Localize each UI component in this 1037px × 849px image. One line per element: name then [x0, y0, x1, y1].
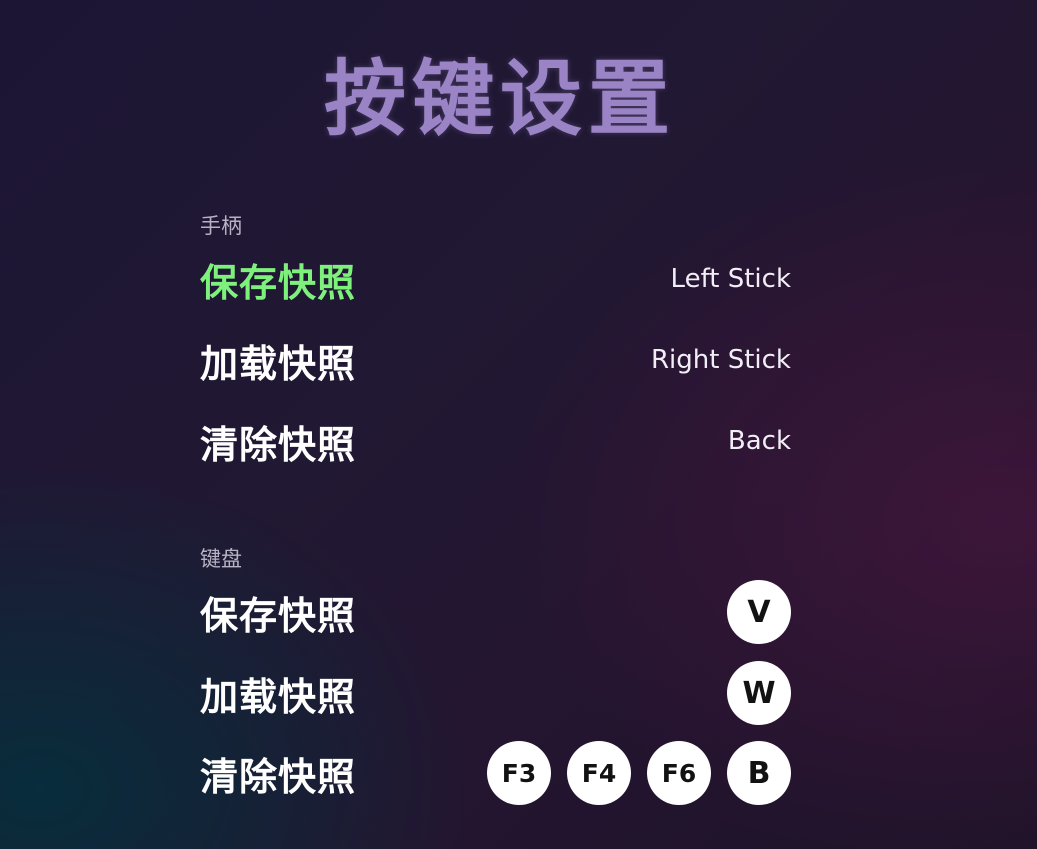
keyboard-save-snapshot-label: 保存快照	[200, 593, 357, 638]
gamepad-clear-snapshot-label: 清除快照	[200, 422, 357, 467]
gamepad-row-clear-snapshot[interactable]: 清除快照 Back	[200, 409, 791, 473]
keyboard-save-snapshot-keys: V	[727, 580, 791, 644]
key-f6-badge: F6	[647, 741, 711, 805]
key-f4-badge: F4	[567, 741, 631, 805]
key-v-badge: V	[727, 580, 791, 644]
key-w-badge: W	[727, 661, 791, 725]
gamepad-clear-snapshot-binding: Back	[727, 426, 791, 456]
keyboard-row-clear-snapshot[interactable]: 清除快照 F3 F4 F6 B	[200, 741, 791, 805]
keyboard-row-save-snapshot[interactable]: 保存快照 V	[200, 580, 791, 644]
keyboard-clear-snapshot-label: 清除快照	[200, 754, 357, 799]
keyboard-row-load-snapshot[interactable]: 加载快照 W	[200, 661, 791, 725]
key-f3-badge: F3	[487, 741, 551, 805]
keyboard-load-snapshot-keys: W	[727, 661, 791, 725]
keyboard-load-snapshot-label: 加载快照	[200, 674, 357, 719]
gamepad-row-load-snapshot[interactable]: 加载快照 Right Stick	[200, 328, 791, 392]
gamepad-save-snapshot-binding: Left Stick	[670, 264, 791, 294]
key-b-badge: B	[727, 741, 791, 805]
gamepad-section-label: 手柄	[200, 214, 242, 238]
gamepad-load-snapshot-binding: Right Stick	[650, 345, 791, 375]
gamepad-row-save-snapshot[interactable]: 保存快照 Left Stick	[200, 247, 791, 311]
keyboard-clear-snapshot-keys: F3 F4 F6 B	[487, 741, 791, 805]
keyboard-section-label: 键盘	[200, 547, 242, 571]
gamepad-load-snapshot-label: 加载快照	[200, 341, 357, 386]
gamepad-save-snapshot-label: 保存快照	[200, 260, 357, 305]
page-title: 按键设置	[323, 52, 676, 147]
